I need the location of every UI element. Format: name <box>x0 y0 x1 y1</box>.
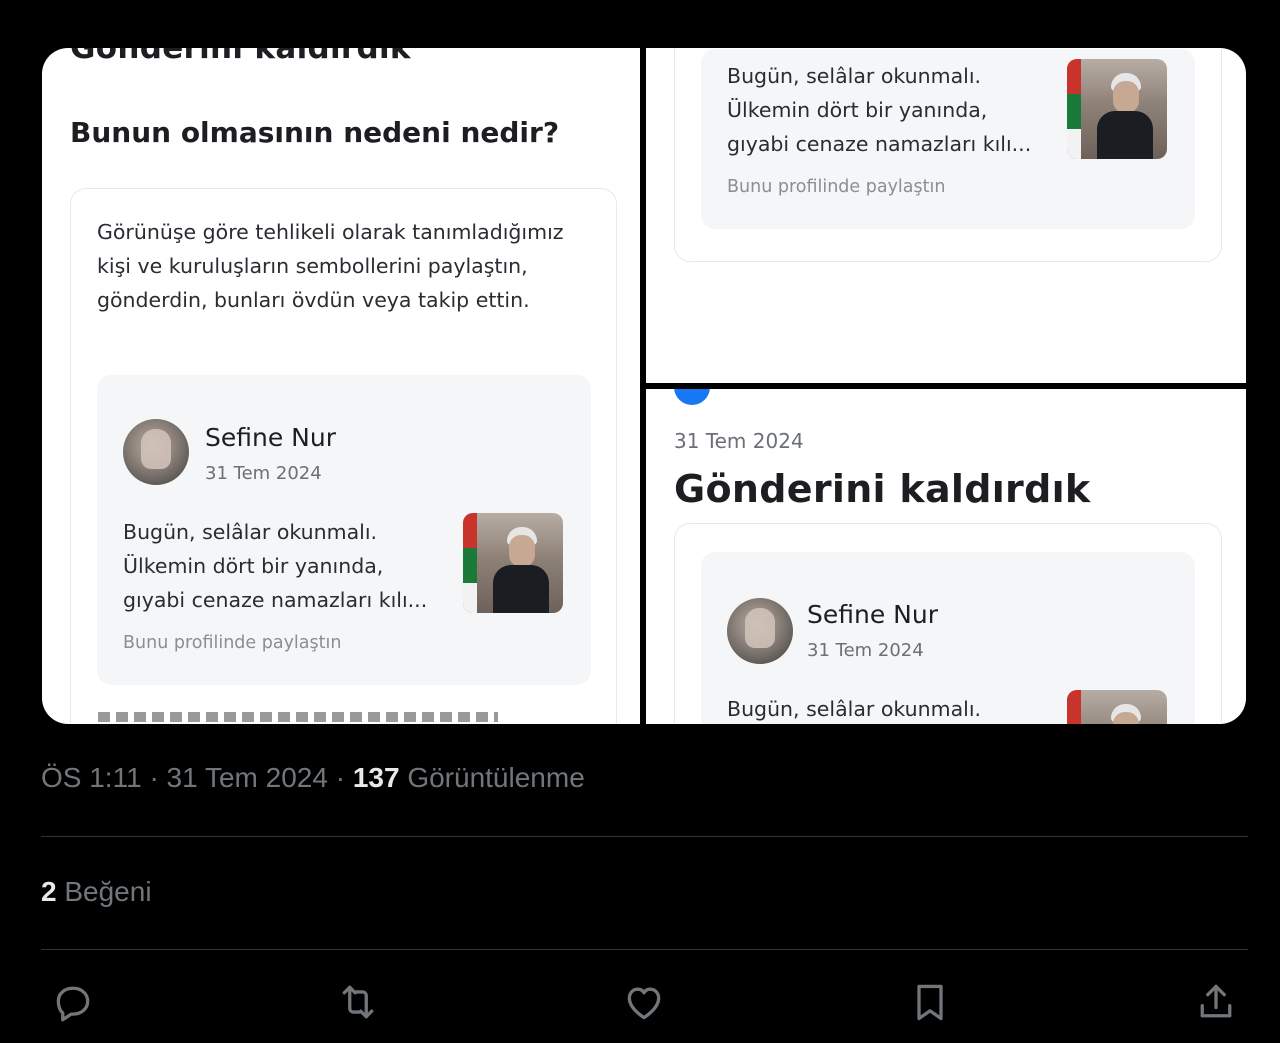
media-image-1[interactable]: Gönderini kaldırdık Bunun olmasının nede… <box>42 48 640 724</box>
reason-box: Bugün, selâlar okunmalı. Ülkemin dört bi… <box>674 48 1222 262</box>
retweet-button[interactable] <box>328 972 388 1032</box>
post-thumbnail <box>463 513 563 613</box>
truncated-text <box>98 712 498 722</box>
likes-stat[interactable]: 2 Beğeni <box>41 876 152 908</box>
divider <box>41 836 1248 837</box>
separator: · <box>149 762 167 793</box>
media-image-2[interactable]: Bugün, selâlar okunmalı. Ülkemin dört bi… <box>646 48 1246 383</box>
separator: · <box>335 762 353 793</box>
post-author: Sefine Nur <box>807 600 938 629</box>
reason-question: Bunun olmasının nedeni nedir? <box>70 116 560 149</box>
like-button[interactable] <box>614 972 674 1032</box>
removed-title: Gönderini kaldırdık <box>674 467 1091 511</box>
share-note: Bunu profilinde paylaştın <box>727 177 946 197</box>
reason-box: Görünüşe göre tehlikeli olarak tanımladı… <box>70 188 617 724</box>
tweet-detail: Gönderini kaldırdık Bunun olmasının nede… <box>0 0 1280 1043</box>
post-thumbnail <box>1067 59 1167 159</box>
post-line: Bugün, selâlar okunmalı. <box>727 64 982 88</box>
post-line: Ülkemin dört bir yanında, <box>123 554 384 578</box>
likes-count: 2 <box>41 876 57 907</box>
quoted-post-card: Sefine Nur 31 Tem 2024 Bugün, selâlar ok… <box>97 375 591 685</box>
media-grid[interactable]: Gönderini kaldırdık Bunun olmasının nede… <box>42 48 1246 724</box>
removed-title: Gönderini kaldırdık <box>70 48 411 66</box>
post-thumbnail <box>1067 690 1167 724</box>
reason-box: Sefine Nur 31 Tem 2024 Bugün, selâlar ok… <box>674 523 1222 724</box>
post-line: gıyabi cenaze namazları kılı... <box>727 132 1032 156</box>
likes-label: Beğeni <box>64 876 152 907</box>
post-text: Bugün, selâlar okunmalı. <box>727 697 982 721</box>
action-bar <box>0 976 1280 1036</box>
post-line: Ülkemin dört bir yanında, <box>727 98 988 122</box>
share-button[interactable] <box>1186 972 1246 1032</box>
quoted-post-card: Bugün, selâlar okunmalı. Ülkemin dört bi… <box>701 49 1195 229</box>
avatar <box>727 598 793 664</box>
reply-icon <box>56 986 90 1022</box>
bookmark-icon <box>917 984 943 1021</box>
post-line: gıyabi cenaze namazları kılı... <box>123 588 428 612</box>
avatar <box>123 419 189 485</box>
bookmark-button[interactable] <box>900 972 960 1032</box>
post-date: 31 Tem 2024 <box>205 463 322 484</box>
post-line: Bugün, selâlar okunmalı. <box>123 520 378 544</box>
tweet-date[interactable]: 31 Tem 2024 <box>167 762 328 793</box>
like-icon <box>627 987 661 1020</box>
views-count: 137 <box>352 762 400 793</box>
reason-text: Görünüşe göre tehlikeli olarak tanımladı… <box>97 220 564 312</box>
facebook-icon <box>674 389 710 405</box>
notice-date: 31 Tem 2024 <box>674 429 804 453</box>
post-author: Sefine Nur <box>205 423 336 452</box>
tweet-meta: ÖS 1:11 · 31 Tem 2024 · 137 Görüntülenme <box>41 762 585 794</box>
tweet-time[interactable]: ÖS 1:11 <box>41 762 142 793</box>
post-date: 31 Tem 2024 <box>807 640 924 661</box>
retweet-icon <box>342 985 374 1019</box>
divider <box>41 949 1248 950</box>
reply-button[interactable] <box>43 972 103 1032</box>
media-image-3[interactable]: 31 Tem 2024 Gönderini kaldırdık Sefine N… <box>646 389 1246 724</box>
quoted-post-card: Sefine Nur 31 Tem 2024 Bugün, selâlar ok… <box>701 552 1195 724</box>
post-text: Bugün, selâlar okunmalı. Ülkemin dört bi… <box>727 59 1057 161</box>
share-note: Bunu profilinde paylaştın <box>123 633 342 653</box>
share-icon <box>1200 984 1232 1018</box>
post-text: Bugün, selâlar okunmalı. Ülkemin dört bi… <box>123 515 453 617</box>
views-label: Görüntülenme <box>407 762 585 793</box>
